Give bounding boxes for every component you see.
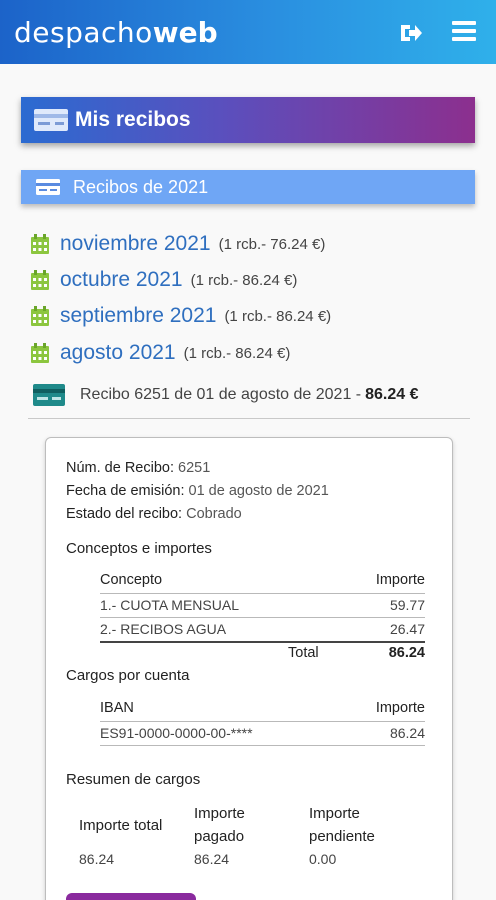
month-item-agosto[interactable]: agosto 2021 (1 rcb.- 86.24 €)	[30, 339, 290, 367]
summary-pending-header-line1: Importe	[309, 805, 360, 822]
total-row: Total 86.24	[100, 645, 425, 669]
issue-date-field: Fecha de emisión: 01 de agosto de 2021	[66, 483, 329, 499]
app-logo[interactable]: despacho web	[14, 14, 218, 50]
hamburger-menu-button[interactable]	[450, 18, 478, 46]
receipt-number-value: 6251	[178, 460, 211, 476]
hamburger-menu-icon	[452, 21, 476, 25]
summary-total-header: Importe total	[79, 817, 163, 834]
receipt-detail-card: Núm. de Recibo: 6251 Fecha de emisión: 0…	[45, 437, 453, 900]
action-button[interactable]	[66, 893, 196, 900]
receipt-number-field: Núm. de Recibo: 6251	[66, 460, 210, 476]
receipt-amount: 86.24 €	[365, 386, 419, 403]
amount-cell: 86.24	[389, 725, 425, 741]
issue-date-value: 01 de agosto de 2021	[188, 483, 329, 499]
receipt-status-value: Cobrado	[186, 506, 242, 522]
concept-cell: 1.- CUOTA MENSUAL	[100, 597, 239, 613]
receipt-status-label: Estado del recibo:	[66, 506, 183, 522]
app-header: despacho web	[0, 0, 496, 64]
total-value: 86.24	[388, 645, 425, 661]
receipt-card-icon	[34, 109, 68, 131]
month-name: agosto 2021	[60, 341, 176, 364]
summary-paid-header-line1: Importe	[194, 805, 245, 822]
amount-cell: 26.47	[389, 621, 425, 637]
charges-table: IBAN Importe ES91-0000-0000-00-**** 86.2…	[100, 700, 425, 748]
month-summary: (1 rcb.- 76.24 €)	[218, 235, 326, 253]
divider	[28, 418, 470, 419]
month-item-septiembre[interactable]: septiembre 2021 (1 rcb.- 86.24 €)	[30, 302, 331, 330]
month-summary: (1 rcb.- 86.24 €)	[190, 271, 298, 289]
summary-total-value: 86.24	[79, 851, 115, 867]
summary-pending-header-line2: pendiente	[309, 828, 375, 845]
receipt-number-label: Núm. de Recibo:	[66, 460, 174, 476]
calendar-icon	[31, 343, 49, 363]
calendar-icon	[31, 234, 49, 254]
month-name: septiembre 2021	[60, 304, 217, 327]
month-summary: (1 rcb.- 86.24 €)	[224, 307, 332, 325]
year-section-title: Recibos de 2021	[73, 176, 209, 197]
summary-paid-header-line2: pagado	[194, 828, 245, 845]
concepts-table: Concepto Importe 1.- CUOTA MENSUAL 59.77…	[100, 572, 425, 668]
logo-text: despacho	[14, 15, 153, 49]
receipt-item[interactable]: Recibo 6251 de 01 de agosto de 2021 - 86…	[32, 380, 476, 410]
issue-date-label: Fecha de emisión:	[66, 483, 185, 499]
calendar-icon	[31, 306, 49, 326]
year-section-header[interactable]: Recibos de 2021	[21, 170, 475, 204]
month-item-octubre[interactable]: octubre 2021 (1 rcb.- 86.24 €)	[30, 266, 297, 294]
month-name: noviembre 2021	[60, 232, 211, 255]
concept-cell: 2.- RECIBOS AGUA	[100, 621, 227, 637]
amount-cell: 59.77	[389, 597, 425, 613]
iban-cell: ES91-0000-0000-00-****	[100, 725, 253, 741]
month-name: octubre 2021	[60, 268, 183, 291]
concepts-section-title: Conceptos e importes	[66, 540, 212, 557]
column-header-concept: Concepto	[100, 572, 163, 588]
logout-button[interactable]	[398, 20, 424, 46]
month-item-noviembre[interactable]: noviembre 2021 (1 rcb.- 76.24 €)	[30, 230, 325, 258]
receipt-summary: Recibo 6251 de 01 de agosto de 2021 -	[80, 386, 362, 403]
column-header-amount: Importe	[375, 700, 425, 716]
total-label: Total	[288, 645, 319, 661]
summary-pending-value: 0.00	[309, 851, 337, 867]
column-header-iban: IBAN	[100, 700, 134, 716]
logo-text-bold: web	[152, 15, 218, 49]
page-title: Mis recibos	[75, 108, 191, 131]
month-summary: (1 rcb.- 86.24 €)	[183, 344, 291, 362]
receipt-status-field: Estado del recibo: Cobrado	[66, 506, 242, 522]
summary-section-title: Resumen de cargos	[66, 771, 201, 788]
charges-section-title: Cargos por cuenta	[66, 667, 190, 684]
column-header-amount: Importe	[375, 572, 425, 588]
calendar-icon	[31, 270, 49, 290]
receipt-card-icon	[33, 384, 65, 406]
page-title-bar: Mis recibos	[21, 97, 475, 143]
receipt-card-icon	[36, 179, 60, 195]
logout-icon	[401, 25, 422, 41]
summary-paid-value: 86.24	[194, 851, 230, 867]
